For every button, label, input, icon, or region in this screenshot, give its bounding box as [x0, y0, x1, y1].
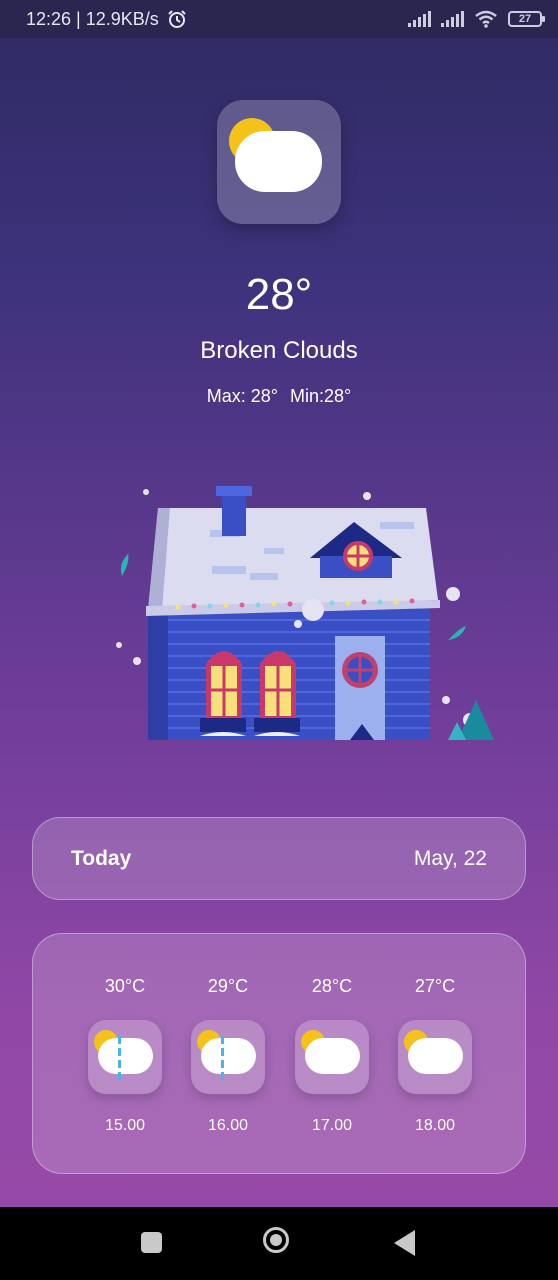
cloud-shape [235, 131, 322, 192]
hourly-item: 28°C 17.00 [295, 934, 369, 1173]
signal-icon [408, 11, 431, 27]
wifi-icon [475, 10, 497, 28]
hourly-temperature: 27°C [414, 976, 456, 996]
sun-cloud-rain-icon [88, 1020, 162, 1094]
cloud-shape [408, 1038, 463, 1074]
recent-apps-button[interactable] [141, 1232, 162, 1253]
sun-cloud-rain-icon [191, 1020, 265, 1094]
hourly-temperature: 30°C [104, 976, 146, 996]
cloud-shape [201, 1038, 256, 1074]
hourly-time: 17.00 [311, 1117, 353, 1134]
min-max-temperature: Max: 28° Min:28° [0, 386, 558, 407]
hourly-temperature: 29°C [207, 976, 249, 996]
hourly-time: 15.00 [104, 1117, 146, 1134]
min-temperature: Min:28° [290, 386, 352, 406]
hourly-time: 18.00 [414, 1117, 456, 1134]
rain-shape [118, 1036, 121, 1082]
sun-behind-cloud-icon [217, 100, 341, 224]
today-label: Today [71, 846, 132, 870]
max-temperature: Max: 28° [206, 386, 278, 406]
back-button[interactable] [394, 1230, 415, 1256]
battery-icon: 27 [508, 11, 545, 27]
weather-condition: Broken Clouds [200, 337, 358, 364]
navigation-bar [0, 1207, 558, 1280]
sun-cloud-icon [398, 1020, 472, 1094]
hourly-item: 29°C 16.00 [191, 934, 265, 1173]
status-time-speed: 12:26 | 12.9KB/s [26, 8, 159, 29]
hourly-time: 16.00 [207, 1117, 249, 1134]
cloud-shape [305, 1038, 360, 1074]
hourly-temperature: 28°C [311, 976, 353, 996]
home-button[interactable] [263, 1227, 289, 1253]
current-temperature: 28° [245, 270, 313, 319]
hourly-forecast-card: 30°C 15.00 29°C 16.00 28°C 17.00 27°C 18… [32, 933, 526, 1174]
alarm-icon [168, 10, 186, 28]
hourly-item: 27°C 18.00 [398, 934, 472, 1173]
snowy-house-illustration [110, 478, 500, 743]
today-date: May, 22 [413, 846, 487, 870]
status-right: 27 [408, 10, 545, 28]
cloud-shape [98, 1038, 153, 1074]
hourly-item: 30°C 15.00 [88, 934, 162, 1173]
weather-screen: 12:26 | 12.9KB/s 27 28° Broken Clouds Ma… [0, 0, 558, 1280]
sun-cloud-icon [295, 1020, 369, 1094]
status-left: 12:26 | 12.9KB/s [26, 9, 187, 30]
signal-icon [441, 11, 464, 27]
status-bar: 12:26 | 12.9KB/s 27 [0, 0, 558, 38]
today-card: Today May, 22 [32, 817, 526, 900]
rain-shape [221, 1036, 224, 1082]
